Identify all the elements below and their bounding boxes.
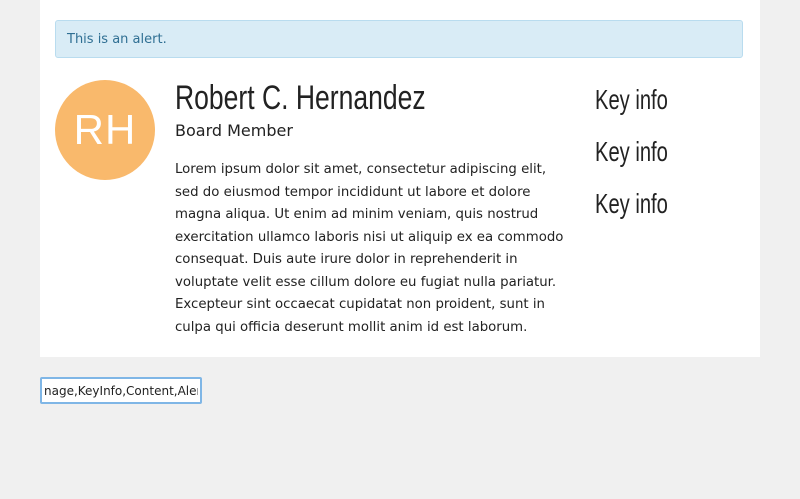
key-info-item: Key info	[595, 136, 668, 167]
key-info-item: Key info	[595, 84, 668, 115]
avatar-initials: RH	[73, 106, 137, 153]
layout-order-input[interactable]	[40, 377, 202, 404]
profile-name: Robert C. Hernandez	[175, 79, 426, 117]
profile-role: Board Member	[175, 121, 293, 140]
profile-bio: Lorem ipsum dolor sit amet, consectetur …	[175, 162, 564, 335]
profile-card: This is an alert. RH Robert C. Hernandez…	[40, 0, 760, 357]
key-info-item: Key info	[595, 188, 668, 219]
info-alert: This is an alert.	[55, 20, 743, 58]
avatar: RH	[55, 80, 155, 180]
alert-text: This is an alert.	[67, 32, 167, 47]
key-info-list: Key info Key info Key info	[595, 82, 745, 238]
